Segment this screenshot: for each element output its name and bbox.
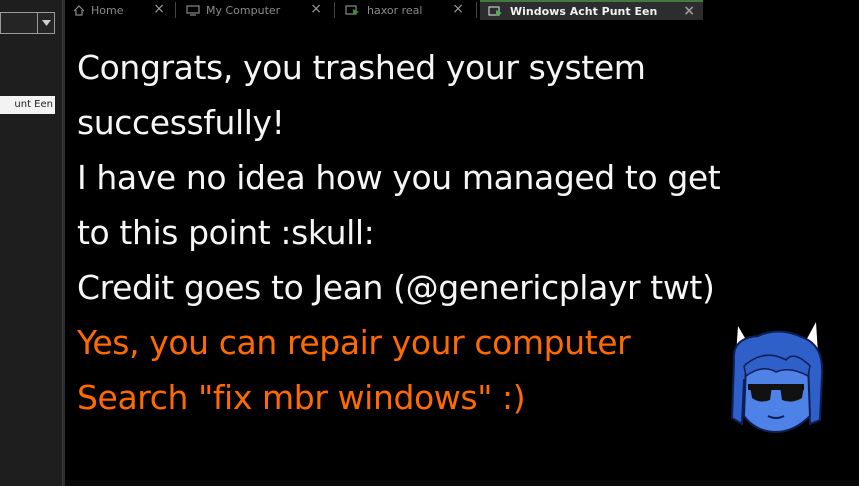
message-line-credit: Credit goes to Jean (@genericplayr twt) [77,268,715,307]
panel-divider [63,0,65,486]
message-line-no-idea: I have no idea how you managed to get [77,158,721,197]
tab-label: haxor real [367,3,423,17]
tab-haxor-real[interactable]: haxor real × [337,0,472,20]
message-line-successfully: successfully! [77,103,285,142]
home-icon [73,4,85,16]
vm-list-panel: unt Een [0,0,63,486]
tab-label: Windows Acht Punt Een [510,4,658,18]
message-line-congrats: Congrats, you trashed your system [77,48,646,87]
tab-label: Home [91,3,124,17]
vm-list-item-selected[interactable]: unt Een [0,96,55,114]
close-icon[interactable]: × [153,1,165,17]
tab-divider [175,2,176,18]
tab-label: My Computer [206,3,281,17]
close-icon[interactable]: × [683,3,695,19]
computer-icon [186,4,200,16]
close-icon[interactable]: × [310,1,322,17]
tab-windows-acht-punt-een[interactable]: Windows Acht Punt Een × [480,0,703,20]
tab-divider [334,2,335,18]
tab-my-computer[interactable]: My Computer × [178,0,330,20]
vm-icon [345,4,361,16]
tab-divider [476,2,477,18]
close-icon[interactable]: × [452,1,464,17]
character-avatar [724,320,826,440]
vm-icon [488,5,504,17]
vm-group-dropdown[interactable] [0,12,55,34]
tab-home[interactable]: Home × [65,0,173,20]
tab-strip: Home × My Computer × haxor real × Window… [65,0,859,22]
chevron-down-icon[interactable] [37,13,54,33]
status-strip [65,480,859,486]
message-line-skull: to this point :skull: [77,213,375,252]
